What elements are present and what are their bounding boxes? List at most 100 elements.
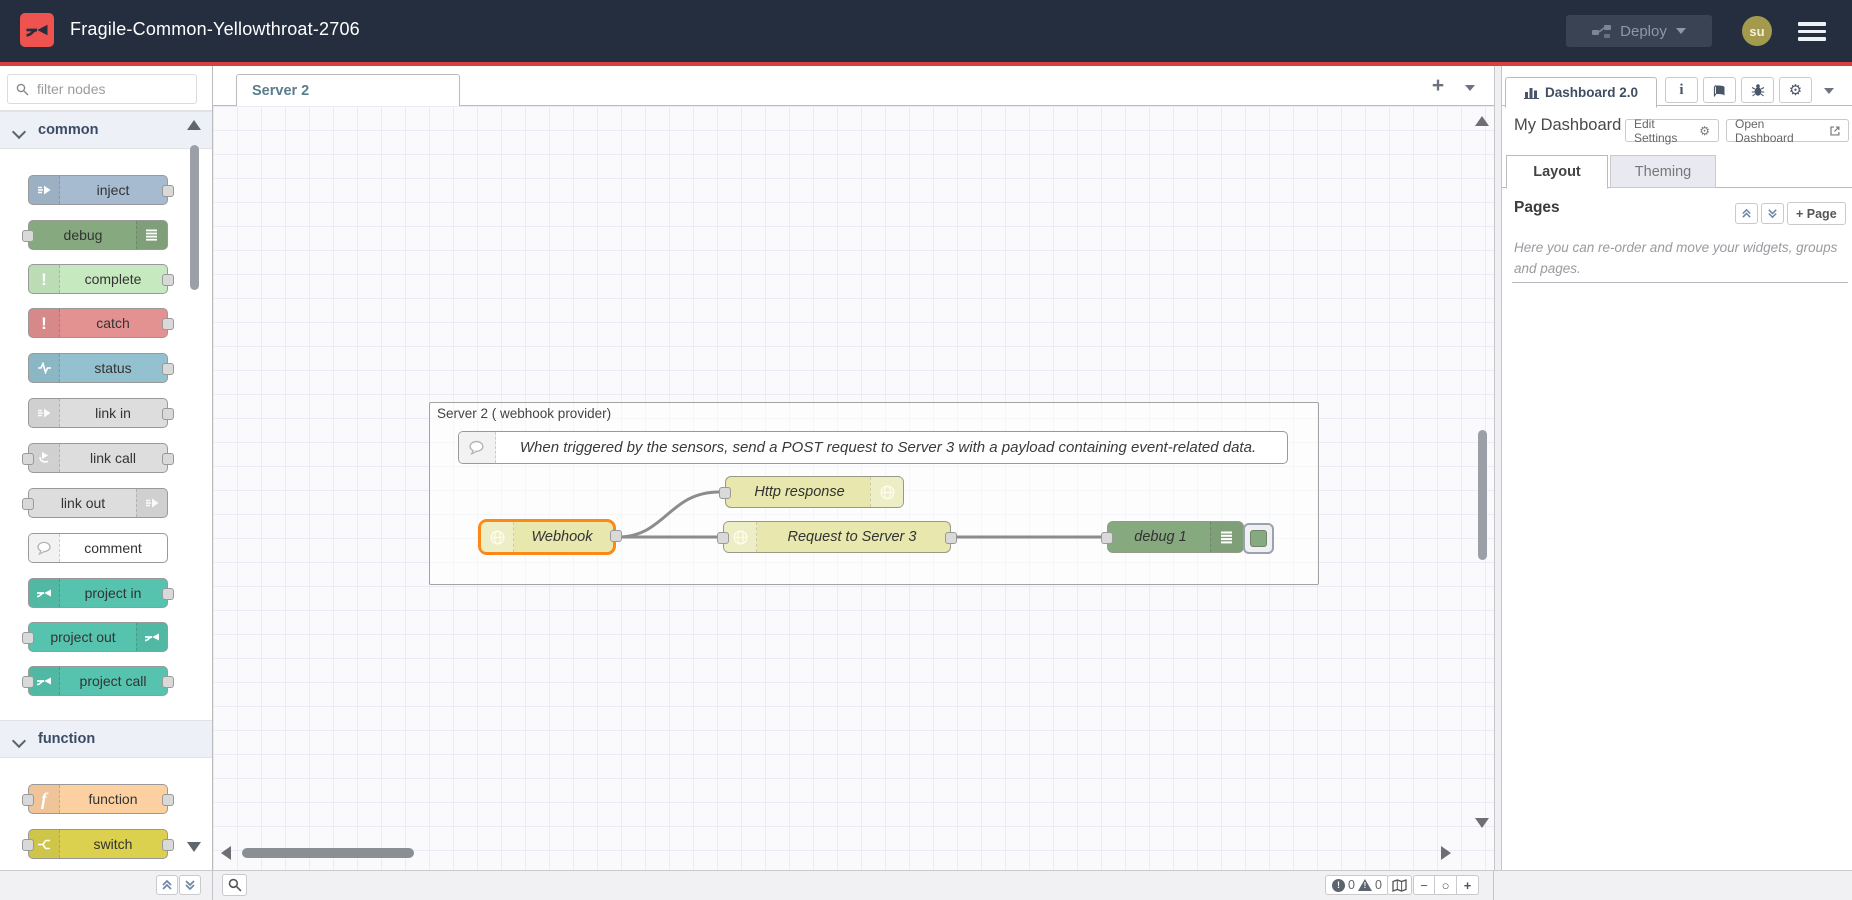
node-port[interactable] bbox=[162, 588, 174, 600]
node-port[interactable] bbox=[22, 839, 34, 851]
chevron-double-down-icon bbox=[1767, 208, 1778, 219]
flow-issues-indicator[interactable]: ! 0 ! 0 bbox=[1325, 875, 1389, 895]
palette-search bbox=[0, 66, 212, 111]
book-icon bbox=[1713, 84, 1727, 97]
deploy-label: Deploy bbox=[1620, 23, 1667, 40]
palette-node-complete[interactable]: ! complete bbox=[28, 264, 168, 294]
navigator-toggle-button[interactable] bbox=[1387, 875, 1412, 895]
palette-category-function[interactable]: function bbox=[0, 720, 212, 758]
flow-canvas[interactable]: Server 2 ( webhook provider) When trigge… bbox=[213, 106, 1494, 870]
canvas-vscrollbar-thumb[interactable] bbox=[1478, 430, 1487, 560]
add-page-button[interactable]: + Page bbox=[1787, 202, 1846, 225]
palette-node-status[interactable]: status bbox=[28, 353, 168, 383]
chevron-double-up-icon bbox=[1741, 208, 1752, 219]
zoom-in-button[interactable]: + bbox=[1457, 875, 1479, 895]
info-button[interactable]: i bbox=[1665, 77, 1698, 103]
palette-collapse-all-button[interactable] bbox=[156, 875, 178, 895]
info-icon: i bbox=[1679, 82, 1683, 99]
node-port[interactable] bbox=[162, 676, 174, 688]
node-output-port[interactable] bbox=[610, 530, 622, 542]
node-input-port[interactable] bbox=[717, 532, 729, 544]
node-port[interactable] bbox=[22, 230, 34, 242]
node-http-response[interactable]: Http response bbox=[725, 476, 904, 508]
sidebar-resize-handle[interactable] bbox=[1494, 66, 1502, 870]
edit-settings-button[interactable]: Edit Settings ⚙ bbox=[1625, 119, 1719, 142]
palette-node-link-in[interactable]: link in bbox=[28, 398, 168, 428]
node-port[interactable] bbox=[162, 185, 174, 197]
node-port[interactable] bbox=[22, 453, 34, 465]
palette-scrollbar-thumb[interactable] bbox=[190, 145, 199, 290]
palette-node-inject[interactable]: inject bbox=[28, 175, 168, 205]
help-button[interactable] bbox=[1703, 77, 1736, 103]
external-link-icon bbox=[1830, 126, 1840, 136]
node-output-port[interactable] bbox=[945, 532, 957, 544]
flow-list-chevron-icon[interactable] bbox=[1465, 85, 1475, 91]
sidebar-tab-dashboard[interactable]: Dashboard 2.0 bbox=[1505, 77, 1657, 108]
node-port[interactable] bbox=[162, 274, 174, 286]
deploy-options-chevron-icon[interactable] bbox=[1676, 28, 1686, 34]
filter-nodes-input[interactable] bbox=[35, 80, 189, 98]
palette-search-box[interactable] bbox=[7, 74, 197, 104]
node-input-port[interactable] bbox=[1101, 532, 1113, 544]
canvas-scroll-down-arrow[interactable] bbox=[1475, 818, 1489, 828]
palette-node-project-call[interactable]: project call bbox=[28, 666, 168, 696]
comment-node[interactable]: When triggered by the sensors, send a PO… bbox=[458, 431, 1288, 464]
palette-node-switch[interactable]: switch bbox=[28, 829, 168, 859]
node-request-to-server-3[interactable]: Request to Server 3 bbox=[723, 521, 951, 553]
debug-sidebar-button[interactable] bbox=[1741, 77, 1774, 103]
workspace-tab-server2[interactable]: Server 2 bbox=[236, 74, 460, 106]
header-bar: Fragile-Common-Yellowthroat-2706 Deploy … bbox=[0, 0, 1852, 62]
move-page-down-button[interactable] bbox=[1761, 203, 1784, 224]
node-port[interactable] bbox=[162, 794, 174, 806]
palette-node-link-out[interactable]: link out bbox=[28, 488, 168, 518]
canvas-hscrollbar-thumb[interactable] bbox=[242, 848, 414, 858]
user-avatar[interactable]: su bbox=[1742, 16, 1772, 46]
palette-expand-all-button[interactable] bbox=[179, 875, 201, 895]
warning-icon: ! bbox=[1358, 879, 1372, 891]
node-port[interactable] bbox=[162, 839, 174, 851]
node-port[interactable] bbox=[162, 363, 174, 375]
node-palette: common inject debug ! complete ! catch bbox=[0, 66, 213, 870]
palette-node-debug[interactable]: debug bbox=[28, 220, 168, 250]
footer-bar: ! 0 ! 0 − ○ + bbox=[0, 870, 1852, 900]
palette-scroll-up-arrow[interactable] bbox=[187, 120, 201, 130]
bug-icon bbox=[1751, 83, 1765, 97]
palette-node-link-call[interactable]: link call bbox=[28, 443, 168, 473]
node-webhook[interactable]: Webhook bbox=[478, 519, 616, 555]
palette-node-function[interactable]: f function bbox=[28, 784, 168, 814]
palette-category-common[interactable]: common bbox=[0, 111, 212, 149]
node-port[interactable] bbox=[22, 794, 34, 806]
node-port[interactable] bbox=[162, 318, 174, 330]
node-port[interactable] bbox=[22, 498, 34, 510]
sidebar-tabs-chevron-icon[interactable] bbox=[1824, 88, 1834, 94]
move-page-up-button[interactable] bbox=[1735, 203, 1758, 224]
config-nodes-button[interactable]: ⚙ bbox=[1779, 77, 1812, 103]
canvas-scroll-right-arrow[interactable] bbox=[1441, 846, 1451, 860]
main-menu-button[interactable] bbox=[1798, 22, 1826, 45]
flowfuse-logo-icon[interactable] bbox=[20, 13, 54, 47]
debug-enable-toggle[interactable] bbox=[1243, 523, 1274, 554]
node-port[interactable] bbox=[162, 453, 174, 465]
palette-scroll-down-arrow[interactable] bbox=[187, 842, 201, 852]
zoom-reset-button[interactable]: ○ bbox=[1435, 875, 1457, 895]
node-port[interactable] bbox=[22, 632, 34, 644]
palette-node-project-in[interactable]: project in bbox=[28, 578, 168, 608]
tab-theming[interactable]: Theming bbox=[1610, 155, 1716, 188]
tab-layout[interactable]: Layout bbox=[1506, 155, 1608, 189]
zoom-out-button[interactable]: − bbox=[1413, 875, 1435, 895]
canvas-scroll-up-arrow[interactable] bbox=[1475, 116, 1489, 126]
deploy-button[interactable]: Deploy bbox=[1566, 15, 1712, 47]
canvas-search-button[interactable] bbox=[222, 874, 247, 896]
palette-node-comment[interactable]: comment bbox=[28, 533, 168, 563]
palette-node-catch[interactable]: ! catch bbox=[28, 308, 168, 338]
node-port[interactable] bbox=[22, 676, 34, 688]
open-dashboard-button[interactable]: Open Dashboard bbox=[1726, 119, 1849, 142]
canvas-scroll-left-arrow[interactable] bbox=[221, 846, 231, 860]
map-icon bbox=[1392, 879, 1407, 892]
node-debug-1[interactable]: debug 1 bbox=[1107, 521, 1244, 553]
palette-node-project-out[interactable]: project out bbox=[28, 622, 168, 652]
node-input-port[interactable] bbox=[719, 487, 731, 499]
node-port[interactable] bbox=[162, 408, 174, 420]
add-flow-button[interactable]: + bbox=[1424, 72, 1452, 100]
pages-help-text: Here you can re-order and move your widg… bbox=[1514, 238, 1844, 280]
